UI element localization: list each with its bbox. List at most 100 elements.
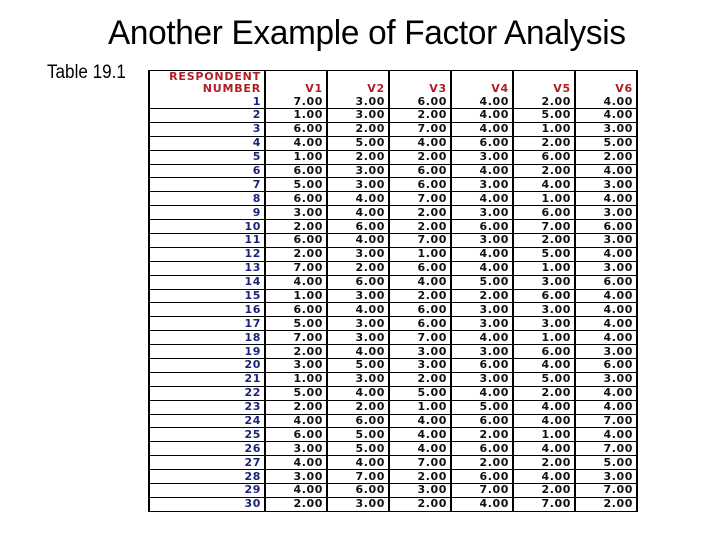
respondent-number-cell: 11 — [148, 233, 266, 248]
value-cell-v4: 3.00 — [450, 205, 514, 221]
value-cell-v5: 1.00 — [512, 261, 576, 276]
value-cell-v6: 4.00 — [574, 330, 638, 346]
value-cell-v1: 1.00 — [264, 372, 328, 387]
table-row: 16 6.00 4.00 6.00 3.00 3.00 4.00 — [148, 302, 638, 318]
value-cell-v1: 1.00 — [264, 289, 328, 304]
value-cell-v3: 4.00 — [388, 427, 452, 443]
respondent-number-cell: 3 — [148, 122, 266, 137]
value-cell-v1: 2.00 — [264, 497, 328, 512]
value-cell-v2: 4.00 — [326, 233, 390, 248]
value-cell-v5: 3.00 — [512, 316, 576, 332]
table-row: 26 3.00 5.00 4.00 6.00 4.00 7.00 — [148, 441, 638, 457]
value-cell-v5: 1.00 — [512, 330, 576, 346]
value-cell-v1: 4.00 — [264, 275, 328, 290]
value-cell-v3: 1.00 — [388, 247, 452, 262]
value-cell-v5: 4.00 — [512, 400, 576, 415]
respondent-number-cell: 18 — [148, 330, 266, 346]
value-cell-v5: 6.00 — [512, 344, 576, 360]
respondent-number-cell: 28 — [148, 469, 266, 485]
value-cell-v6: 7.00 — [574, 414, 638, 429]
value-cell-v2: 3.00 — [326, 330, 390, 346]
value-cell-v5: 4.00 — [512, 441, 576, 457]
value-cell-v5: 1.00 — [512, 122, 576, 137]
value-cell-v1: 1.00 — [264, 150, 328, 165]
value-cell-v2: 5.00 — [326, 427, 390, 443]
value-cell-v5: 6.00 — [512, 205, 576, 221]
respondent-number-cell: 16 — [148, 302, 266, 318]
value-cell-v4: 3.00 — [450, 150, 514, 165]
value-cell-v4: 6.00 — [450, 219, 514, 235]
respondent-number-cell: 9 — [148, 205, 266, 221]
value-cell-v3: 4.00 — [388, 275, 452, 290]
value-cell-v3: 3.00 — [388, 483, 452, 498]
value-cell-v2: 2.00 — [326, 150, 390, 165]
table-row: 24 4.00 6.00 4.00 6.00 4.00 7.00 — [148, 414, 638, 429]
value-cell-v4: 3.00 — [450, 233, 514, 248]
value-cell-v5: 3.00 — [512, 275, 576, 290]
value-cell-v3: 2.00 — [388, 108, 452, 123]
value-cell-v5: 2.00 — [512, 386, 576, 401]
table-row: 30 2.00 3.00 2.00 4.00 7.00 2.00 — [148, 497, 638, 512]
slide-title: Another Example of Factor Analysis — [107, 14, 626, 52]
value-cell-v6: 2.00 — [574, 150, 638, 165]
value-cell-v5: 2.00 — [512, 164, 576, 179]
value-cell-v4: 3.00 — [450, 372, 514, 387]
table-header-row: RESPONDENT NUMBER V1 V2 V3 V4 V5 V6 — [148, 70, 638, 95]
value-cell-v1: 4.00 — [264, 414, 328, 429]
value-cell-v6: 3.00 — [574, 177, 638, 193]
value-cell-v2: 7.00 — [326, 469, 390, 485]
value-cell-v5: 2.00 — [512, 455, 576, 471]
value-cell-v1: 6.00 — [264, 233, 328, 248]
value-cell-v6: 4.00 — [574, 289, 638, 304]
value-cell-v3: 2.00 — [388, 372, 452, 387]
value-cell-v2: 4.00 — [326, 344, 390, 360]
value-cell-v1: 7.00 — [264, 330, 328, 346]
value-cell-v1: 7.00 — [264, 95, 328, 109]
value-cell-v4: 4.00 — [450, 108, 514, 123]
table-row: 6 6.00 3.00 6.00 4.00 2.00 4.00 — [148, 164, 638, 179]
respondent-number-cell: 22 — [148, 386, 266, 401]
value-cell-v6: 5.00 — [574, 455, 638, 471]
value-cell-v5: 4.00 — [512, 469, 576, 485]
value-cell-v5: 7.00 — [512, 219, 576, 235]
table-row: 28 3.00 7.00 2.00 6.00 4.00 3.00 — [148, 469, 638, 485]
header-respondent-line2: NUMBER — [202, 82, 261, 95]
table-row: 29 4.00 6.00 3.00 7.00 2.00 7.00 — [148, 483, 638, 498]
value-cell-v1: 6.00 — [264, 427, 328, 443]
value-cell-v1: 3.00 — [264, 205, 328, 221]
table-caption: Table 19.1 — [47, 62, 126, 83]
value-cell-v6: 4.00 — [574, 191, 638, 207]
value-cell-v6: 4.00 — [574, 247, 638, 262]
value-cell-v2: 5.00 — [326, 441, 390, 457]
value-cell-v1: 3.00 — [264, 358, 328, 373]
value-cell-v6: 7.00 — [574, 441, 638, 457]
value-cell-v4: 6.00 — [450, 358, 514, 373]
table-row: 13 7.00 2.00 6.00 4.00 1.00 3.00 — [148, 261, 638, 276]
value-cell-v1: 2.00 — [264, 247, 328, 262]
value-cell-v5: 3.00 — [512, 302, 576, 318]
header-v6: V6 — [574, 70, 638, 95]
value-cell-v5: 1.00 — [512, 427, 576, 443]
value-cell-v3: 6.00 — [388, 95, 452, 109]
value-cell-v3: 1.00 — [388, 400, 452, 415]
value-cell-v4: 4.00 — [450, 497, 514, 512]
table-row: 19 2.00 4.00 3.00 3.00 6.00 3.00 — [148, 344, 638, 360]
value-cell-v1: 6.00 — [264, 191, 328, 207]
table-row: 20 3.00 5.00 3.00 6.00 4.00 6.00 — [148, 358, 638, 373]
value-cell-v5: 5.00 — [512, 247, 576, 262]
value-cell-v3: 7.00 — [388, 233, 452, 248]
value-cell-v2: 3.00 — [326, 95, 390, 109]
respondent-number-cell: 21 — [148, 372, 266, 387]
value-cell-v4: 3.00 — [450, 177, 514, 193]
value-cell-v3: 6.00 — [388, 302, 452, 318]
value-cell-v4: 6.00 — [450, 441, 514, 457]
value-cell-v5: 2.00 — [512, 136, 576, 151]
table-row: 23 2.00 2.00 1.00 5.00 4.00 4.00 — [148, 400, 638, 415]
value-cell-v3: 7.00 — [388, 191, 452, 207]
header-v5: V5 — [512, 70, 576, 95]
value-cell-v3: 5.00 — [388, 386, 452, 401]
value-cell-v4: 6.00 — [450, 469, 514, 485]
respondent-number-cell: 15 — [148, 289, 266, 304]
value-cell-v6: 3.00 — [574, 344, 638, 360]
value-cell-v1: 7.00 — [264, 261, 328, 276]
